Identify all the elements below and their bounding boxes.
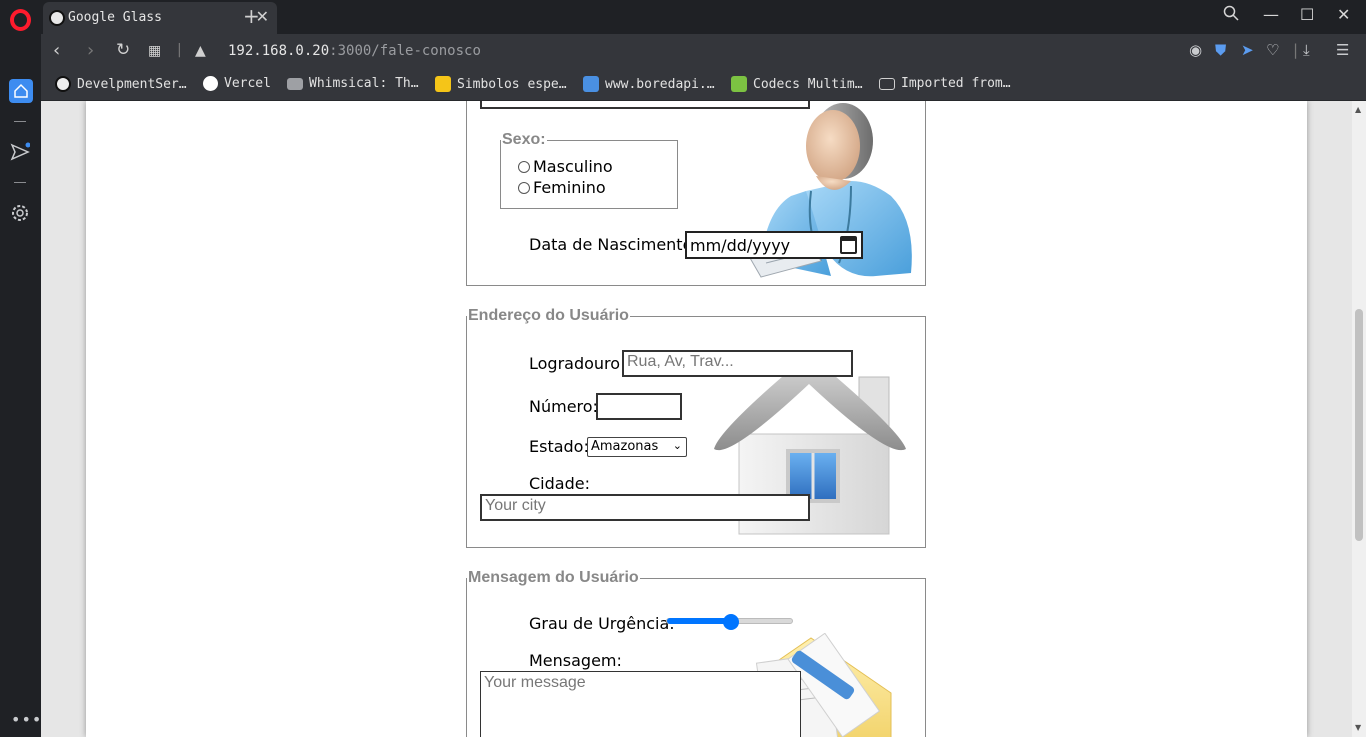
estado-selected-value: Amazonas	[591, 439, 659, 454]
search-tabs-icon[interactable]	[1223, 5, 1239, 25]
folder-icon	[879, 77, 895, 90]
symbols-favicon-icon	[435, 76, 451, 92]
send-icon[interactable]	[10, 142, 31, 162]
glasses-favicon-icon	[55, 76, 71, 92]
bookmark-label: DevelpmentSer…	[77, 76, 187, 92]
radio-masculino[interactable]: Masculino	[518, 157, 613, 176]
easy-setup-icon[interactable]: ☰	[1336, 41, 1349, 59]
new-tab-icon[interactable]: +	[243, 4, 260, 28]
birthdate-label: Data de Nascimento:	[529, 235, 698, 254]
scroll-up-arrow-icon[interactable]: ▲	[1355, 105, 1361, 114]
bookmark-heart-icon[interactable]: ♡	[1266, 41, 1279, 59]
scrollbar-thumb[interactable]	[1355, 309, 1363, 541]
logradouro-placeholder: Rua, Av, Trav...	[627, 353, 734, 370]
page-scrollbar[interactable]: ▲ ▼	[1352, 101, 1366, 737]
chevron-down-icon: ⌄	[672, 439, 682, 452]
url-path: :3000/fale-conosco	[329, 43, 481, 59]
cidade-placeholder: Your city	[485, 497, 546, 514]
logradouro-input[interactable]: Rua, Av, Trav...	[622, 350, 853, 377]
tab-title: Google Glass	[68, 10, 162, 25]
close-window-icon[interactable]: ✕	[1337, 5, 1350, 24]
tab-favicon-icon	[49, 10, 65, 26]
scroll-down-arrow-icon[interactable]: ▼	[1355, 723, 1361, 732]
sidebar-divider	[14, 182, 26, 183]
tab-bar: Google Glass ✕ + — ☐ ✕	[41, 0, 1366, 34]
estado-label: Estado:	[529, 437, 589, 456]
urgencia-label: Grau de Urgência:	[529, 614, 675, 633]
bookmark-item[interactable]: www.boredapi.…	[583, 76, 715, 92]
reload-icon[interactable]: ↻	[116, 40, 130, 60]
bookmark-item[interactable]: Simbolos espe…	[435, 76, 567, 92]
numero-label: Número:	[529, 397, 598, 416]
cidade-label: Cidade:	[529, 474, 590, 493]
tabs-grid-icon[interactable]: ▦	[148, 43, 161, 59]
bookmark-label: Imported from…	[901, 76, 1011, 91]
bookmarks-bar: DevelpmentSer… Vercel Whimsical: Th… Sim…	[41, 68, 1366, 101]
mensagem-label: Mensagem:	[529, 651, 622, 670]
adblock-shield-icon[interactable]: ⛊	[1215, 41, 1226, 59]
maximize-icon[interactable]: ☐	[1300, 5, 1314, 24]
browser-sidebar: •••	[0, 0, 41, 737]
radio-label: Masculino	[533, 157, 613, 176]
cidade-input[interactable]: Your city	[480, 494, 810, 521]
message-legend: Mensagem do Usuário	[468, 569, 639, 586]
address-legend: Endereço do Usuário	[468, 307, 629, 324]
page-viewport: Sexo: Masculino Feminino Data de Nascime…	[41, 101, 1352, 737]
bookmark-label: Vercel	[224, 76, 271, 91]
sexo-legend: Sexo:	[502, 131, 546, 148]
numero-input[interactable]	[596, 393, 682, 420]
bookmark-item[interactable]: Codecs Multim…	[731, 76, 863, 92]
bookmark-item[interactable]: DevelpmentSer…	[55, 76, 187, 92]
mensagem-placeholder: Your message	[484, 674, 586, 691]
snapshot-camera-icon[interactable]: ◉	[1189, 41, 1202, 59]
vercel-triangle-icon	[203, 76, 218, 91]
bookmark-folder[interactable]: Whimsical: Th…	[287, 76, 419, 91]
radio-button[interactable]	[518, 181, 530, 194]
back-icon[interactable]: ‹	[53, 40, 60, 61]
estado-select[interactable]: Amazonas ⌄	[587, 437, 687, 457]
bookmark-item[interactable]: Vercel	[203, 76, 271, 91]
minimize-icon[interactable]: —	[1263, 5, 1279, 24]
not-secure-warning-icon[interactable]: ▲	[195, 43, 206, 59]
address-bar: ‹ › ↻ ▦ | ▲ 192.168.0.20:3000/fale-conos…	[41, 34, 1366, 68]
tab-active[interactable]: Google Glass ✕	[43, 2, 277, 34]
page-content: Sexo: Masculino Feminino Data de Nascime…	[86, 101, 1307, 737]
settings-gear-icon[interactable]	[10, 203, 30, 223]
radio-label: Feminino	[533, 178, 606, 197]
birthdate-input[interactable]: mm/dd/yyyy	[685, 231, 863, 259]
urgencia-slider[interactable]	[666, 614, 793, 630]
codecs-favicon-icon	[731, 76, 747, 92]
bookmark-folder[interactable]: Imported from…	[879, 76, 1011, 91]
mensagem-textarea[interactable]: Your message	[480, 671, 801, 737]
radio-button[interactable]	[518, 160, 530, 173]
radio-feminino[interactable]: Feminino	[518, 178, 606, 197]
folder-icon	[287, 77, 303, 90]
download-icon[interactable]: ⤓	[1303, 41, 1310, 59]
slider-thumb[interactable]	[723, 614, 739, 630]
url-field[interactable]: 192.168.0.20:3000/fale-conosco	[228, 43, 481, 59]
flow-send-icon[interactable]: ➤	[1241, 41, 1254, 59]
bookmark-label: Whimsical: Th…	[309, 76, 419, 91]
opera-logo-icon[interactable]	[10, 9, 31, 31]
chat-bubble-favicon-icon	[583, 76, 599, 92]
sidebar-divider	[14, 121, 26, 122]
logradouro-label: Logradouro:	[529, 354, 626, 373]
url-host: 192.168.0.20	[228, 43, 330, 59]
birthdate-value: mm/dd/yyyy	[690, 236, 791, 255]
toolbar-separator: |	[1293, 41, 1299, 59]
bookmark-label: www.boredapi.…	[605, 76, 715, 92]
bookmark-label: Codecs Multim…	[753, 76, 863, 92]
forward-icon[interactable]: ›	[87, 40, 94, 61]
bookmark-label: Simbolos espe…	[457, 76, 567, 92]
slider-fill	[667, 618, 731, 624]
calendar-icon[interactable]	[840, 236, 857, 254]
more-options-icon[interactable]: •••	[11, 710, 42, 729]
address-separator: |	[177, 42, 182, 58]
home-icon[interactable]	[9, 79, 33, 103]
